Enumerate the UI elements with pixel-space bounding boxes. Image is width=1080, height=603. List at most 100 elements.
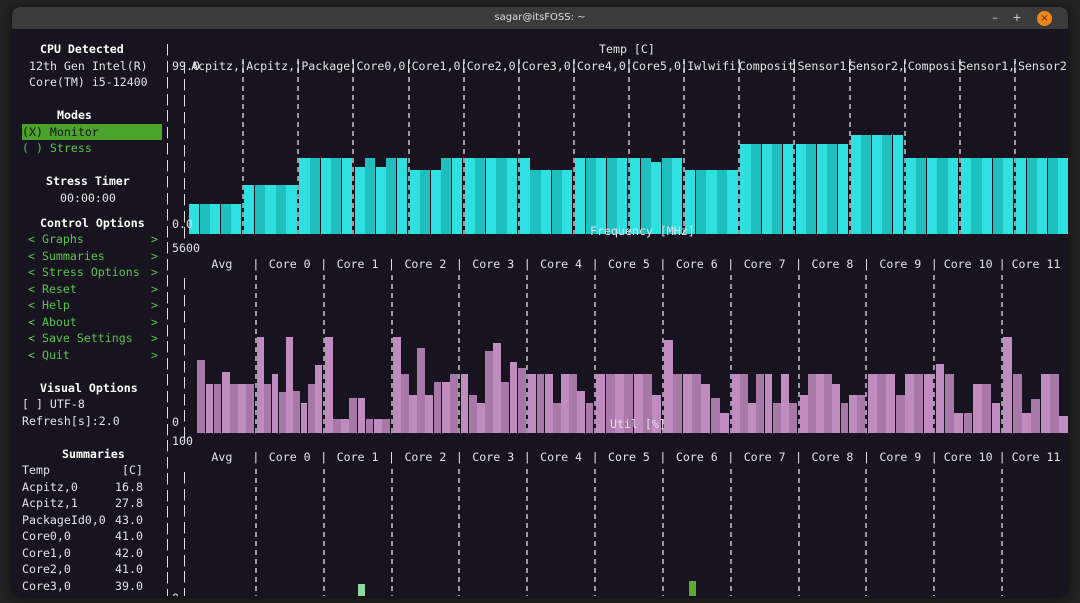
chart-bar xyxy=(806,144,816,234)
summaries-col-name: Temp xyxy=(22,462,50,479)
chart-bar xyxy=(530,170,540,234)
chevron-right-icon-3[interactable]: > xyxy=(151,281,158,298)
summary-value-6: 39.0 xyxy=(115,578,143,595)
chart-category-label: Core 9 xyxy=(879,449,921,466)
summary-name-1: Acpitz,1 xyxy=(22,495,78,512)
chevron-left-icon: < xyxy=(28,265,35,279)
chart-category-label: Core 11 xyxy=(1012,449,1061,466)
summaries-col-unit: [C] xyxy=(122,462,143,479)
chart-bar xyxy=(971,158,981,234)
chart-bar xyxy=(936,364,945,433)
utf8-checkbox[interactable]: [ ] UTF-8 xyxy=(22,396,85,413)
maximize-button[interactable]: + xyxy=(1010,11,1024,25)
chevron-left-icon: < xyxy=(28,315,35,329)
chart-bar xyxy=(238,384,246,433)
visual-options-header: Visual Options xyxy=(40,380,138,397)
sidebar-divider-pipe: | xyxy=(164,256,171,273)
chart-bar xyxy=(711,398,720,433)
control-label: Summaries xyxy=(42,249,105,263)
chart-bar xyxy=(732,374,740,433)
chart-bar xyxy=(520,158,530,234)
chart-bar xyxy=(272,374,279,433)
chevron-left-icon: < xyxy=(28,348,35,362)
control-quit[interactable]: < Quit xyxy=(28,347,70,364)
chart-bar xyxy=(374,419,382,433)
chart-group-separator xyxy=(526,469,528,596)
chart-bar xyxy=(982,158,992,234)
sidebar-divider-pipe: | xyxy=(164,157,171,174)
chart-label-separator: | xyxy=(456,449,463,466)
chevron-right-icon-7[interactable]: > xyxy=(151,347,158,364)
chevron-right-icon-6[interactable]: > xyxy=(151,330,158,347)
chart-bar xyxy=(393,337,401,433)
mode-stress[interactable]: ( ) Stress xyxy=(22,140,92,157)
chart-category-label: Core 10 xyxy=(944,449,993,466)
control-stress-options[interactable]: < Stress Options xyxy=(28,264,140,281)
chart-axis-pipe: | xyxy=(181,358,188,375)
chart-bar xyxy=(992,403,1001,433)
chart-label-separator: | xyxy=(863,449,870,466)
chart-bar xyxy=(673,374,682,433)
chevron-right-icon-5[interactable]: > xyxy=(151,314,158,331)
chart-bar xyxy=(772,144,782,234)
chart-bar xyxy=(851,135,861,234)
chart-bar xyxy=(279,392,286,433)
chart-bar xyxy=(310,158,320,234)
chevron-right-icon-2[interactable]: > xyxy=(151,264,158,281)
chart-bar xyxy=(333,419,341,433)
mode-monitor[interactable]: (X) Monitor xyxy=(22,124,162,141)
chart-category-label: Core 1 xyxy=(337,449,379,466)
minimize-button[interactable]: – xyxy=(988,11,1002,25)
chart-bar xyxy=(720,413,729,433)
chart-bar xyxy=(824,374,832,433)
chart-bar xyxy=(916,158,926,234)
chart-bar xyxy=(401,374,409,433)
control-label: Help xyxy=(42,298,70,312)
chart-bar xyxy=(485,351,493,433)
chevron-left-icon: < xyxy=(28,249,35,263)
chart-category-label: Core 3 xyxy=(472,449,514,466)
sidebar-divider-pipe: | xyxy=(164,206,171,223)
chart-label-separator: | xyxy=(999,256,1006,273)
refresh-rate-field[interactable]: Refresh[s]:2.0 xyxy=(22,413,120,430)
control-about[interactable]: < About xyxy=(28,314,77,331)
util-axis-max: 100 xyxy=(172,433,193,450)
sidebar-divider-pipe: | xyxy=(164,140,171,157)
chart-bar xyxy=(541,170,551,234)
control-summaries[interactable]: < Summaries xyxy=(28,248,105,265)
chart-category-label: Core 2 xyxy=(404,449,446,466)
chevron-right-icon-1[interactable]: > xyxy=(151,248,158,265)
temp-axis-min: 0.0 xyxy=(172,216,193,233)
chevron-right-icon-0[interactable]: > xyxy=(151,231,158,248)
chart-label-separator: | xyxy=(863,256,870,273)
cpu-model-line1: 12th Gen Intel(R) xyxy=(29,58,148,75)
window-titlebar[interactable]: sagar@itsFOSS: ~ – + × xyxy=(12,7,1068,29)
chart-bar xyxy=(293,391,300,433)
chart-axis-pipe: | xyxy=(181,142,188,159)
close-button[interactable]: × xyxy=(1037,11,1052,26)
chart-axis-pipe: | xyxy=(181,76,188,93)
chart-bar xyxy=(872,135,882,234)
chevron-right-icon-4[interactable]: > xyxy=(151,297,158,314)
chart-bar xyxy=(765,374,773,433)
chart-axis-pipe: | xyxy=(181,292,188,309)
chart-bar xyxy=(510,362,518,433)
control-help[interactable]: < Help xyxy=(28,297,70,314)
control-reset[interactable]: < Reset xyxy=(28,281,77,298)
summary-value-3: 41.0 xyxy=(115,528,143,545)
chart-bar xyxy=(420,170,430,234)
chart-group-separator xyxy=(730,469,732,596)
chart-bar xyxy=(562,170,572,234)
chart-bar xyxy=(906,158,916,234)
control-save-settings[interactable]: < Save Settings xyxy=(28,330,133,347)
summary-value-4: 42.0 xyxy=(115,545,143,562)
chart-bar xyxy=(748,403,756,433)
chart-bar xyxy=(857,395,865,433)
chart-category-label: Core3,0 xyxy=(522,58,571,75)
chart-group-separator xyxy=(798,469,800,596)
chart-category-label: Core 8 xyxy=(812,256,854,273)
chart-bar xyxy=(961,158,971,234)
control-graphs[interactable]: < Graphs xyxy=(28,231,84,248)
summary-value-0: 16.8 xyxy=(115,479,143,496)
chart-axis-pipe: | xyxy=(181,486,188,503)
